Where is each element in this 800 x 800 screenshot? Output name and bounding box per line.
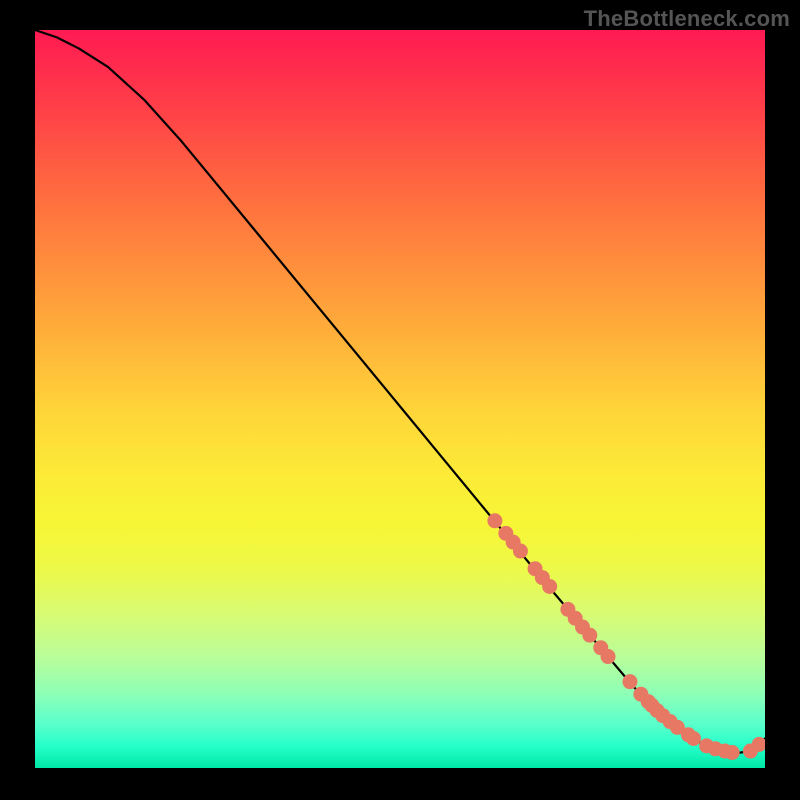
marker-point [513,544,528,559]
marker-point [542,579,557,594]
marker-point [686,731,701,746]
marker-point [622,674,637,689]
chart-svg [35,30,765,768]
chart-stage: TheBottleneck.com [0,0,800,800]
plot-area [35,30,765,768]
marker-point [725,745,740,760]
marker-group [487,513,765,760]
attribution-text: TheBottleneck.com [584,6,790,32]
marker-point [582,628,597,643]
curve-line [35,30,765,753]
marker-point [601,649,616,664]
marker-point [487,513,502,528]
